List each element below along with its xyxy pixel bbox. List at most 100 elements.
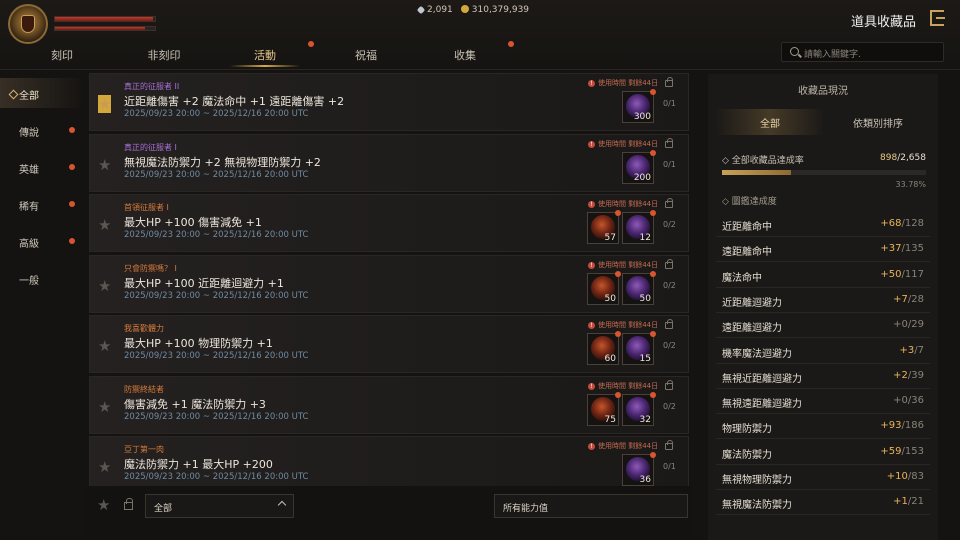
collection-row[interactable]: ★ 真正的征服者 I 無視魔法防禦力 +2 無視物理防禦力 +2 2025/09/23… xyxy=(89,133,689,192)
favorite-star-icon[interactable]: ★ xyxy=(98,277,111,295)
item-slot[interactable]: 15 xyxy=(622,331,656,365)
collection-period: 2025/09/23 20:00 ~ 2025/12/16 20:00 UTC xyxy=(124,109,309,119)
lock-filter-icon[interactable] xyxy=(124,498,133,510)
favorite-star-icon[interactable]: ★ xyxy=(98,458,111,476)
codex-progress-text: 圖鑑達成度 xyxy=(731,197,777,207)
lock-icon[interactable] xyxy=(665,379,673,390)
lock-icon[interactable] xyxy=(665,440,673,450)
notification-dot xyxy=(615,210,621,216)
stat-filter-dropdown[interactable]: 所有能力值 xyxy=(494,494,688,518)
favorite-star-icon[interactable]: ★ xyxy=(98,95,112,113)
exit-icon[interactable] xyxy=(930,10,945,26)
collection-period: 2025/09/23 20:00 ~ 2025/12/16 20:00 UTC xyxy=(124,351,309,361)
sidebar-item-5[interactable]: 一般 xyxy=(0,263,84,293)
character-emblem-icon[interactable] xyxy=(8,4,48,44)
time-remaining: ! 使用時間 剩餘44日 xyxy=(588,381,658,391)
lock-icon[interactable] xyxy=(665,77,673,87)
collection-period: 2025/09/23 20:00 ~ 2025/12/16 20:00 UTC xyxy=(124,472,309,482)
favorite-star-icon[interactable]: ★ xyxy=(98,156,111,174)
collection-status-panel: 收藏品現況 全部 依類別排序 ◇ 全部收藏品達成率 898/2,658 33.7… xyxy=(708,74,938,540)
sidebar-item-2[interactable]: 英雄 xyxy=(0,152,84,182)
item-slot[interactable]: 300 xyxy=(622,89,656,123)
stat-gain: +50 xyxy=(880,268,902,280)
lock-icon[interactable] xyxy=(665,137,673,148)
stat-value: +0/36 xyxy=(893,395,924,406)
favorite-star-icon[interactable]: ★ xyxy=(98,398,111,416)
item-quantity: 50 xyxy=(604,293,616,304)
sidebar-item-3[interactable]: 稀有 xyxy=(0,189,84,219)
collection-stats: 魔法防禦力 +1 最大HP +200 xyxy=(124,458,273,471)
time-remaining-text: 使用時間 剩餘44日 xyxy=(598,79,659,87)
favorite-star-icon[interactable]: ★ xyxy=(98,216,111,234)
tab-3[interactable]: 祝福 xyxy=(322,44,410,63)
collection-list: ★ 真正的征服者 II 近距離傷害 +2 魔法命中 +1 遠距離傷害 +2 2025/… xyxy=(89,73,689,486)
stat-value: +68/128 xyxy=(880,218,924,229)
lock-icon[interactable] xyxy=(665,258,673,269)
filter-bar: ★ 全部 所有能力值 xyxy=(84,486,692,540)
item-slot[interactable]: 12 xyxy=(622,210,656,244)
search-input[interactable]: 請輸入關鍵字. xyxy=(781,42,944,62)
time-remaining-text: 使用時間 剩餘44日 xyxy=(598,200,659,208)
collection-stats: 近距離傷害 +2 魔法命中 +1 遠距離傷害 +2 xyxy=(124,95,345,108)
stat-row: 近距離命中 +68/128 xyxy=(716,212,930,237)
stat-row: 無視物理防禦力 +10/83 xyxy=(716,465,930,490)
stat-row: 無視魔法防禦力 +1/21 xyxy=(716,490,930,516)
alert-icon: ! xyxy=(588,201,595,208)
completion-percent: 33.78% xyxy=(895,180,926,189)
sidebar-item-1[interactable]: 傳說 xyxy=(0,115,84,145)
completion-total: /2,658 xyxy=(897,153,926,163)
notification-dot xyxy=(508,41,514,47)
item-slot[interactable]: 60 xyxy=(587,331,621,365)
sidebar-item-4[interactable]: 高級 xyxy=(0,226,84,256)
grade-filter-dropdown[interactable]: 全部 xyxy=(145,494,294,518)
stat-max: /28 xyxy=(907,293,924,305)
gem-amount: 2,091 xyxy=(427,5,453,15)
collection-row[interactable]: ★ 只會防禦嗎？ I 最大HP +100 近距離迴避力 +1 2025/09/23 2… xyxy=(89,254,689,313)
stat-gain: +10 xyxy=(886,471,908,482)
notification-dot xyxy=(69,201,75,207)
favorite-star-icon[interactable]: ★ xyxy=(98,337,111,355)
collection-row[interactable]: ★ 防禦終結者 傷害減免 +1 魔法防禦力 +3 2025/09/23 20:00 ~… xyxy=(89,375,689,434)
tab-0[interactable]: 刻印 xyxy=(20,44,104,63)
stat-name: 無視近距離迴避力 xyxy=(722,373,802,385)
gem-currency: 2,091 xyxy=(416,5,453,15)
tab-sort-by-category[interactable]: 依類別排序 xyxy=(824,109,932,135)
tab-2[interactable]: 活動 xyxy=(220,44,310,67)
stat-value: +0/29 xyxy=(893,319,924,330)
time-remaining-text: 使用時間 剩餘44日 xyxy=(598,321,659,329)
collection-title: 我喜歡體力 xyxy=(124,324,164,333)
item-slot[interactable]: 57 xyxy=(587,210,621,244)
stat-name: 無視魔法防禦力 xyxy=(722,500,792,512)
item-slot[interactable]: 50 xyxy=(587,270,621,305)
stat-row: 機率魔法迴避力 +3/7 xyxy=(716,339,930,364)
collection-period: 2025/09/23 20:00 ~ 2025/12/16 20:00 UTC xyxy=(124,230,309,240)
item-slot[interactable]: 50 xyxy=(622,270,656,305)
sidebar-item-0[interactable]: 全部 xyxy=(0,78,84,108)
favorite-filter-star-icon[interactable]: ★ xyxy=(97,496,110,514)
collection-row[interactable]: ★ 亞丁第一肉 魔法防禦力 +1 最大HP +200 2025/09/23 20:00… xyxy=(89,436,689,486)
stat-value: +1/21 xyxy=(893,496,924,507)
progress-count: 0/2 xyxy=(663,220,676,229)
lock-icon[interactable] xyxy=(665,198,673,208)
sidebar-item-label: 稀有 xyxy=(19,202,39,213)
stat-name: 物理防禦力 xyxy=(722,424,772,436)
collection-row[interactable]: ★ 首領征服者 I 最大HP +100 傷害減免 +1 2025/09/23 20:0… xyxy=(89,194,689,252)
lock-icon[interactable] xyxy=(665,319,673,329)
page-title: 道具收藏品 xyxy=(850,15,916,30)
item-slot[interactable]: 200 xyxy=(622,149,656,184)
notification-dot xyxy=(650,331,656,337)
item-slot[interactable]: 32 xyxy=(622,391,656,426)
chevron-up-icon xyxy=(277,500,287,510)
tab-all[interactable]: 全部 xyxy=(716,109,824,135)
tab-4[interactable]: 收集 xyxy=(420,44,510,63)
tab-1[interactable]: 非刻印 xyxy=(120,44,208,63)
search-icon xyxy=(790,47,799,56)
item-slot[interactable]: 36 xyxy=(622,452,656,486)
stat-max: /36 xyxy=(907,395,924,407)
collection-row[interactable]: ★ 我喜歡體力 最大HP +100 物理防禦力 +1 2025/09/23 20:00… xyxy=(89,315,689,373)
gold-currency: 310,379,939 xyxy=(460,5,529,15)
sidebar-item-label: 傳說 xyxy=(19,128,39,139)
time-remaining-text: 使用時間 剩餘44日 xyxy=(598,442,659,450)
collection-row[interactable]: ★ 真正的征服者 II 近距離傷害 +2 魔法命中 +1 遠距離傷害 +2 2025/… xyxy=(89,73,689,131)
item-slot[interactable]: 75 xyxy=(587,391,621,426)
